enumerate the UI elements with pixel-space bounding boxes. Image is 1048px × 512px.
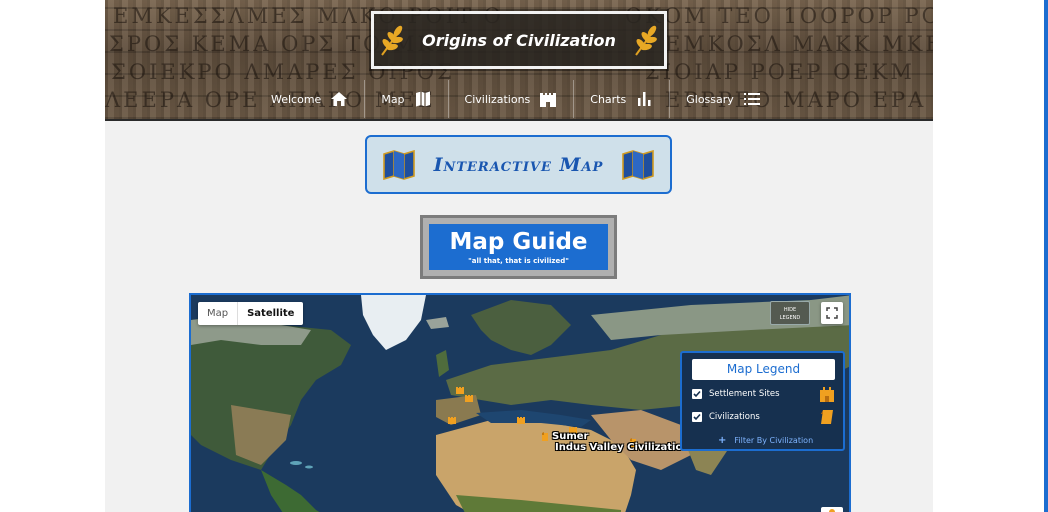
- settlement-marker[interactable]: [516, 414, 526, 424]
- checkmark-icon: [693, 413, 701, 421]
- site-title: Origins of Civilization: [422, 30, 616, 50]
- scroll-icon: [821, 410, 833, 424]
- castle-icon: [820, 387, 834, 402]
- hide-legend-button[interactable]: HIDE LEGEND: [770, 301, 810, 325]
- wheat-icon: [381, 25, 404, 56]
- map-guide-title: Map Guide: [449, 229, 588, 255]
- bar-chart-icon: [638, 92, 651, 106]
- map-guide-subtitle: "all that, that is civilized": [468, 257, 569, 265]
- interactive-map-title: Interactive Map: [433, 153, 604, 176]
- stone-texture: ΟΚΟΜ ΤΕΟ 1ΟΟΡΟΡ ΡΟ: [625, 4, 933, 28]
- legend-row-label: Civilizations: [709, 412, 760, 422]
- fullscreen-icon: [826, 307, 838, 319]
- settlement-marker[interactable]: [447, 414, 457, 424]
- interactive-map-banner: Interactive Map: [365, 135, 672, 194]
- wheat-icon: [635, 25, 657, 56]
- map-guide-panel: Map Guide "all that, that is civilized": [429, 224, 608, 270]
- hide-legend-label: LEGEND: [779, 315, 801, 321]
- nav-item-label: Charts: [590, 92, 627, 106]
- map-type-control: Map Satellite: [198, 302, 304, 325]
- scrollbar-accent[interactable]: [1044, 0, 1048, 512]
- map-icon: [415, 91, 430, 107]
- checkmark-icon: [693, 390, 701, 398]
- settlement-marker[interactable]: [464, 392, 474, 402]
- nav-item-label: Map: [381, 92, 405, 106]
- site-title-box[interactable]: Origins of Civilization: [371, 11, 667, 69]
- civilization-checkbox[interactable]: [692, 412, 702, 422]
- stone-texture: ΕΜΚΟΣΛ ΜΑΚΚ ΜΚΕ: [665, 32, 933, 56]
- map-type-map-button[interactable]: Map: [198, 302, 237, 325]
- map-guide-button[interactable]: Map Guide "all that, that is civilized": [420, 215, 617, 279]
- main-nav: Welcome Map Civilizations Charts Glossar…: [255, 80, 777, 118]
- nav-item-glossary[interactable]: Glossary: [669, 80, 777, 118]
- castle-icon: [540, 93, 557, 107]
- nav-item-label: Civilizations: [464, 92, 531, 106]
- map-legend-title: Map Legend: [692, 359, 835, 380]
- fullscreen-button[interactable]: [821, 302, 843, 324]
- filter-label: Filter By Civilization: [734, 436, 814, 445]
- pegman-icon: [829, 509, 835, 512]
- page: ΕΜΚΕΣΣΛΜΕΣ ΜΛΚΟ ΡΟΙΤ Ο ΣΡΟΣ ΚΕΜΑ ΟΡΣ ΤΟ …: [105, 0, 933, 512]
- nav-item-welcome[interactable]: Welcome: [255, 80, 364, 118]
- home-icon: [331, 92, 348, 106]
- nav-item-charts[interactable]: Charts: [573, 80, 669, 118]
- map-icon: [382, 149, 415, 180]
- nav-item-map[interactable]: Map: [364, 80, 447, 118]
- map-legend: Map Legend Settlement Sites Civilization…: [680, 351, 845, 451]
- legend-row-label: Settlement Sites: [709, 389, 780, 399]
- settlement-checkbox[interactable]: [692, 389, 702, 399]
- hide-legend-label: HIDE: [783, 307, 797, 313]
- civilization-marker[interactable]: [540, 432, 550, 442]
- legend-row-civilizations[interactable]: Civilizations: [692, 408, 835, 426]
- legend-row-settlements[interactable]: Settlement Sites: [692, 385, 835, 403]
- site-header: ΕΜΚΕΣΣΛΜΕΣ ΜΛΚΟ ΡΟΙΤ Ο ΣΡΟΣ ΚΕΜΑ ΟΡΣ ΤΟ …: [105, 0, 933, 121]
- map-label-indus-valley: Indus Valley Civilization: [555, 442, 690, 453]
- list-icon: [743, 93, 760, 105]
- map-label-sumer: Sumer: [552, 431, 589, 442]
- nav-item-label: Welcome: [271, 92, 322, 106]
- plus-icon: +: [718, 435, 727, 446]
- nav-item-civilizations[interactable]: Civilizations: [447, 80, 574, 118]
- filter-by-civilization-link[interactable]: + Filter By Civilization: [718, 435, 813, 446]
- nav-item-label: Glossary: [686, 92, 734, 106]
- street-view-button[interactable]: [821, 507, 843, 512]
- interactive-map[interactable]: Sumer Indus Valley Civilization Map Sate…: [189, 293, 851, 512]
- map-icon: [622, 149, 655, 180]
- map-type-satellite-button[interactable]: Satellite: [237, 302, 303, 325]
